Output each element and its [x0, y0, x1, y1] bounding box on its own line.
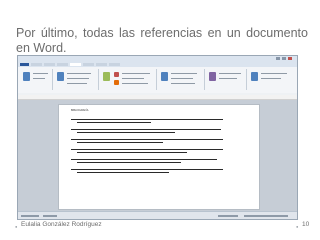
ribbon-group-captions: [158, 69, 205, 90]
ribbon-label: [171, 73, 197, 74]
reference-entry: [71, 129, 223, 137]
reference-entry: [71, 149, 223, 157]
slide-number: 10: [302, 221, 310, 228]
document-canvas[interactable]: BIBLIOGRAFÍA: [18, 100, 297, 211]
mark-citation-icon[interactable]: [251, 72, 258, 81]
tab-page-layout[interactable]: [57, 63, 68, 66]
ribbon: [18, 67, 297, 94]
reference-entry: [71, 159, 223, 167]
footer-author: Eulalia González Rodríguez: [21, 221, 102, 228]
bibliography-icon[interactable]: [114, 80, 119, 85]
word-window-screenshot: BIBLIOGRAFÍA: [17, 55, 298, 220]
ribbon-group-citations-bibliography: [100, 69, 157, 90]
ribbon-group-table-of-authorities: [248, 69, 293, 90]
status-page-info: [21, 215, 39, 217]
ribbon-label: [219, 78, 237, 79]
ribbon-label: [67, 83, 87, 84]
reference-text-line: [71, 149, 223, 150]
status-word-count: [43, 215, 57, 217]
insert-citation-icon[interactable]: [103, 72, 110, 81]
reference-text-line: [71, 169, 223, 170]
reference-entry: [71, 169, 223, 177]
ribbon-group-index: [206, 69, 247, 90]
reference-text-line: [77, 132, 175, 133]
ribbon-label: [33, 78, 45, 79]
ribbon-group-table-of-contents: [20, 69, 53, 90]
reference-text-line: [77, 122, 151, 123]
ribbon-label: [33, 73, 48, 74]
reference-text-line: [77, 152, 187, 153]
ribbon-label: [122, 73, 150, 74]
reference-entry: [71, 139, 223, 147]
reference-text-line: [71, 159, 217, 160]
reference-text-line: [71, 119, 223, 120]
insert-footnote-icon[interactable]: [57, 72, 64, 81]
reference-text-line: [77, 162, 181, 163]
tab-review[interactable]: [96, 63, 107, 66]
reference-text-line: [77, 172, 169, 173]
footer-bullet-right: ●: [296, 224, 299, 229]
minimize-button[interactable]: [276, 57, 280, 60]
tab-view[interactable]: [109, 63, 120, 66]
ribbon-label: [122, 78, 144, 79]
ribbon-label: [67, 73, 91, 74]
table-of-contents-icon[interactable]: [23, 72, 30, 81]
zoom-slider[interactable]: [244, 215, 288, 217]
tab-mailings[interactable]: [83, 63, 94, 66]
manage-sources-icon[interactable]: [114, 72, 119, 77]
reference-text-line: [71, 139, 223, 140]
slide-title: Por último, todas las referencias en un …: [16, 26, 308, 55]
ribbon-label: [261, 78, 281, 79]
close-button[interactable]: [288, 57, 292, 60]
reference-entry: [71, 119, 223, 127]
status-bar: [18, 211, 297, 219]
mark-entry-icon[interactable]: [209, 72, 216, 81]
ribbon-group-footnotes: [54, 69, 99, 90]
tab-references[interactable]: [70, 63, 81, 66]
ribbon-label: [67, 78, 89, 79]
ribbon-label: [261, 73, 287, 74]
insert-caption-icon[interactable]: [161, 72, 168, 81]
page-heading: BIBLIOGRAFÍA: [71, 109, 89, 112]
ribbon-label: [171, 78, 193, 79]
document-page[interactable]: BIBLIOGRAFÍA: [58, 104, 260, 210]
maximize-button[interactable]: [282, 57, 286, 60]
tab-insert[interactable]: [44, 63, 55, 66]
tab-file[interactable]: [20, 63, 29, 66]
reference-text-line: [77, 142, 163, 143]
reference-text-line: [71, 129, 221, 130]
ribbon-label: [171, 83, 195, 84]
footer-bullet-left: ●: [15, 224, 18, 229]
ribbon-label: [122, 83, 148, 84]
tab-home[interactable]: [31, 63, 42, 66]
ribbon-label: [219, 73, 241, 74]
view-buttons[interactable]: [218, 215, 238, 217]
